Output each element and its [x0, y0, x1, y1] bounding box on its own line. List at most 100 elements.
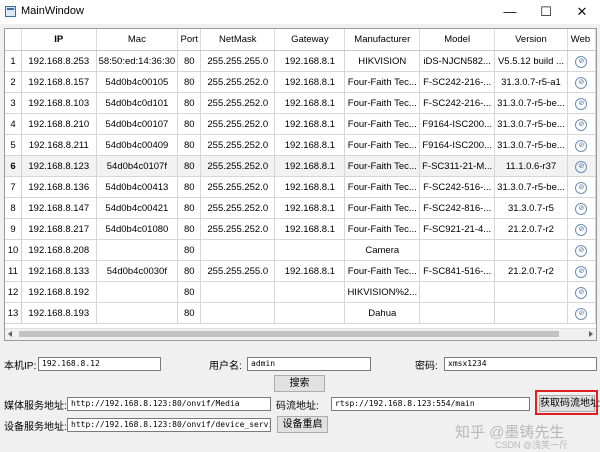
- cell-version[interactable]: 31.3.0.7-r5-a1: [494, 71, 568, 93]
- column-header-ip[interactable]: IP: [21, 29, 97, 51]
- table-row[interactable]: 8 192.168.8.147 54d0b4c00421 80 255.255.252.…: [5, 197, 596, 219]
- row-number[interactable]: 8: [5, 197, 22, 219]
- cell-port[interactable]: 80: [177, 302, 202, 324]
- web-link-icon[interactable]: ⊘: [575, 244, 588, 257]
- row-number[interactable]: 9: [5, 218, 22, 240]
- cell-netmask[interactable]: 255.255.252.0: [200, 218, 276, 240]
- cell-ip[interactable]: 192.168.8.136: [21, 176, 97, 198]
- cell-port[interactable]: 80: [177, 218, 202, 240]
- cell-netmask[interactable]: [200, 302, 276, 324]
- table-row[interactable]: 2 192.168.8.157 54d0b4c00105 80 255.255.252.…: [5, 71, 596, 93]
- cell-mac[interactable]: [96, 239, 179, 261]
- cell-mac[interactable]: 54d0b4c0d101: [96, 92, 179, 114]
- cell-gateway[interactable]: 192.168.8.1: [274, 218, 346, 240]
- cell-manufacturer[interactable]: Four-Faith Tec...: [344, 155, 421, 177]
- cell-netmask[interactable]: [200, 239, 276, 261]
- cell-model[interactable]: F-SC242-216-...: [419, 92, 496, 114]
- web-link-icon[interactable]: ⊘: [575, 160, 588, 173]
- cell-mac[interactable]: 54d0b4c0107f: [96, 155, 179, 177]
- cell-model[interactable]: iDS-NJCN582...: [419, 50, 496, 72]
- cell-mac[interactable]: 54d0b4c01080: [96, 218, 179, 240]
- cell-netmask[interactable]: 255.255.255.0: [200, 260, 276, 282]
- cell-version[interactable]: [494, 281, 568, 303]
- cell-web[interactable]: ⊘: [567, 155, 596, 177]
- cell-web[interactable]: ⊘: [567, 218, 596, 240]
- cell-mac[interactable]: 54d0b4c00105: [96, 71, 179, 93]
- cell-gateway[interactable]: 192.168.8.1: [274, 176, 346, 198]
- cell-version[interactable]: [494, 239, 568, 261]
- table-row[interactable]: 3 192.168.8.103 54d0b4c0d101 80 255.255.252.…: [5, 92, 596, 114]
- cell-version[interactable]: 11.1.0.6-r37: [494, 155, 568, 177]
- row-number[interactable]: 11: [5, 260, 22, 282]
- cell-manufacturer[interactable]: HIKVISION%2...: [344, 281, 421, 303]
- table-row[interactable]: 1 192.168.8.253 58:50:ed:14:36:30 80 255.255…: [5, 50, 596, 72]
- cell-web[interactable]: ⊘: [567, 134, 596, 156]
- cell-port[interactable]: 80: [177, 113, 202, 135]
- cell-version[interactable]: 21.2.0.7-r2: [494, 260, 568, 282]
- password-field[interactable]: xmsx1234: [444, 357, 597, 371]
- cell-manufacturer[interactable]: Four-Faith Tec...: [344, 176, 421, 198]
- cell-manufacturer[interactable]: Dahua: [344, 302, 421, 324]
- column-header-port[interactable]: Port: [177, 29, 202, 51]
- cell-netmask[interactable]: [200, 281, 276, 303]
- web-link-icon[interactable]: ⊘: [575, 223, 588, 236]
- cell-web[interactable]: ⊘: [567, 71, 596, 93]
- cell-ip[interactable]: 192.168.8.253: [21, 50, 97, 72]
- cell-manufacturer[interactable]: Four-Faith Tec...: [344, 113, 421, 135]
- cell-netmask[interactable]: 255.255.252.0: [200, 197, 276, 219]
- column-header-gateway[interactable]: Gateway: [274, 29, 346, 51]
- cell-mac[interactable]: 54d0b4c0030f: [96, 260, 179, 282]
- web-link-icon[interactable]: ⊘: [575, 307, 588, 320]
- column-header-version[interactable]: Version: [494, 29, 568, 51]
- cell-model[interactable]: F-SC242-816-...: [419, 197, 496, 219]
- media-service-field[interactable]: http://192.168.8.123:80/onvif/Media: [67, 397, 271, 411]
- cell-port[interactable]: 80: [177, 176, 202, 198]
- cell-port[interactable]: 80: [177, 155, 202, 177]
- cell-ip[interactable]: 192.168.8.192: [21, 281, 97, 303]
- cell-model[interactable]: [419, 239, 496, 261]
- horizontal-scrollbar[interactable]: [5, 328, 596, 340]
- cell-gateway[interactable]: 192.168.8.1: [274, 92, 346, 114]
- cell-mac[interactable]: 58:50:ed:14:36:30: [96, 50, 179, 72]
- row-number[interactable]: 7: [5, 176, 22, 198]
- cell-netmask[interactable]: 255.255.255.0: [200, 50, 276, 72]
- cell-gateway[interactable]: 192.168.8.1: [274, 71, 346, 93]
- cell-ip[interactable]: 192.168.8.210: [21, 113, 97, 135]
- cell-manufacturer[interactable]: Four-Faith Tec...: [344, 134, 421, 156]
- cell-ip[interactable]: 192.168.8.157: [21, 71, 97, 93]
- cell-web[interactable]: ⊘: [567, 260, 596, 282]
- row-number[interactable]: 12: [5, 281, 22, 303]
- cell-mac[interactable]: 54d0b4c00421: [96, 197, 179, 219]
- row-number[interactable]: 13: [5, 302, 22, 324]
- table-row[interactable]: 9 192.168.8.217 54d0b4c01080 80 255.255.252.…: [5, 218, 596, 240]
- table-row[interactable]: 4 192.168.8.210 54d0b4c00107 80 255.255.252.…: [5, 113, 596, 135]
- table-row[interactable]: 13 192.168.8.193 80 Dahua ⊘: [5, 302, 596, 324]
- cell-web[interactable]: ⊘: [567, 113, 596, 135]
- scrollbar-thumb[interactable]: [19, 331, 559, 337]
- cell-mac[interactable]: 54d0b4c00409: [96, 134, 179, 156]
- table-row[interactable]: 10 192.168.8.208 80 Camera ⊘: [5, 239, 596, 261]
- cell-version[interactable]: 31.3.0.7-r5-be...: [494, 113, 568, 135]
- stream-address-field[interactable]: rtsp://192.168.8.123:554/main: [331, 397, 530, 411]
- cell-gateway[interactable]: 192.168.8.1: [274, 155, 346, 177]
- maximize-button[interactable]: ☐: [528, 0, 564, 24]
- table-row[interactable]: 6 192.168.8.123 54d0b4c0107f 80 255.255.252.…: [5, 155, 596, 177]
- cell-port[interactable]: 80: [177, 197, 202, 219]
- cell-gateway[interactable]: 192.168.8.1: [274, 134, 346, 156]
- cell-manufacturer[interactable]: HIKVISION: [344, 50, 421, 72]
- cell-manufacturer[interactable]: Four-Faith Tec...: [344, 260, 421, 282]
- table-corner[interactable]: [5, 29, 22, 51]
- row-number[interactable]: 1: [5, 50, 22, 72]
- close-button[interactable]: ✕: [564, 0, 600, 24]
- column-header-web[interactable]: Web: [567, 29, 596, 51]
- cell-ip[interactable]: 192.168.8.133: [21, 260, 97, 282]
- cell-version[interactable]: 31.3.0.7-r5-be...: [494, 134, 568, 156]
- cell-version[interactable]: [494, 302, 568, 324]
- row-number[interactable]: 2: [5, 71, 22, 93]
- cell-netmask[interactable]: 255.255.252.0: [200, 134, 276, 156]
- cell-gateway[interactable]: 192.168.8.1: [274, 50, 346, 72]
- cell-ip[interactable]: 192.168.8.193: [21, 302, 97, 324]
- cell-web[interactable]: ⊘: [567, 197, 596, 219]
- local-ip-field[interactable]: 192.168.8.12: [38, 357, 161, 371]
- username-field[interactable]: admin: [247, 357, 371, 371]
